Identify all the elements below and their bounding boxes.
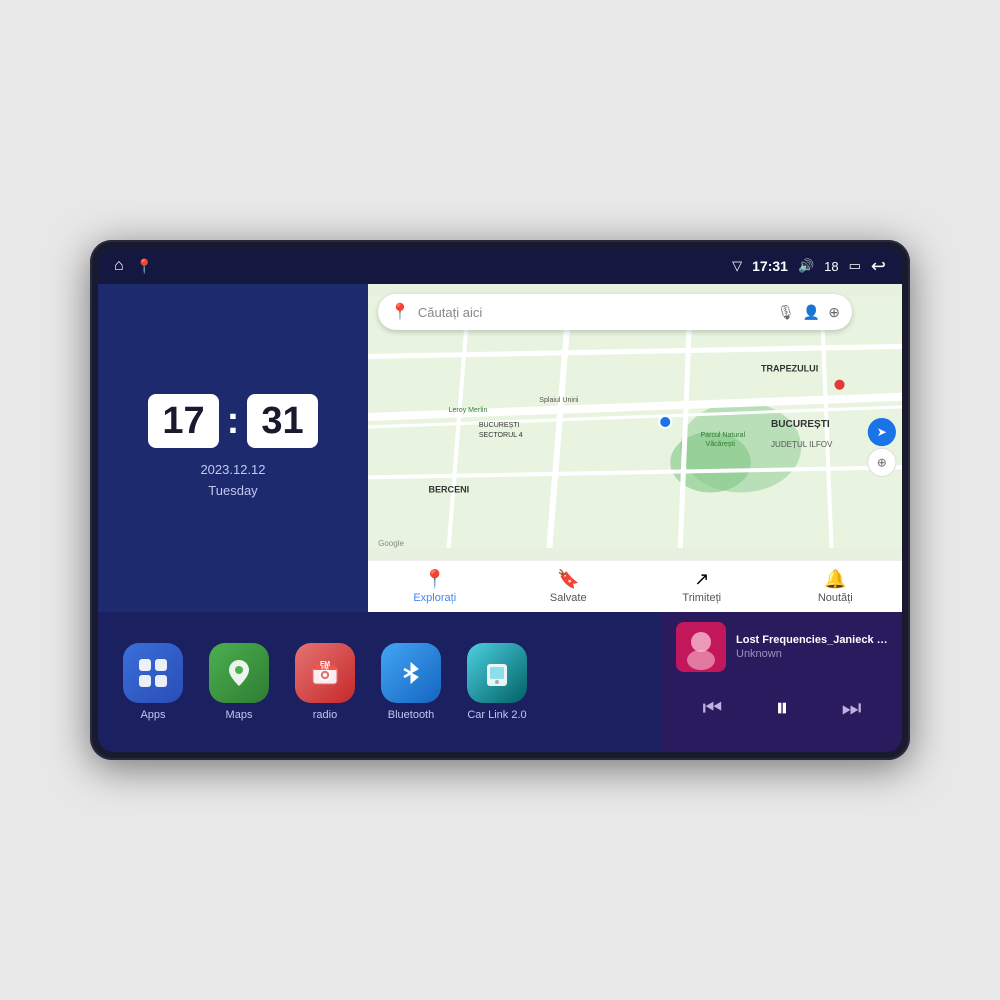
map-pin-icon: 📍	[390, 302, 410, 322]
app-item-apps[interactable]: Apps	[118, 643, 188, 721]
radio-label: radio	[313, 709, 337, 721]
svg-text:Parcul Natural: Parcul Natural	[700, 432, 745, 439]
svg-text:BUCUREȘTI: BUCUREȘTI	[771, 419, 830, 430]
map-search-bar[interactable]: 📍 Căutați aici 🎙 👤 ⊕	[378, 294, 852, 330]
clock-hour-block: 17	[148, 394, 218, 448]
clock-date: 2023.12.12 Tuesday	[200, 460, 265, 502]
music-player: Lost Frequencies_Janieck Devy-... Unknow…	[662, 612, 902, 752]
prev-button[interactable]: ⏮	[697, 689, 729, 727]
news-icon: 🔔	[824, 569, 846, 590]
explore-icon: 📍	[424, 569, 446, 590]
music-thumbnail	[676, 622, 726, 672]
svg-text:SECTORUL 4: SECTORUL 4	[479, 432, 523, 439]
news-label: Noutăți	[818, 592, 853, 604]
top-row: 17 : 31 2023.12.12 Tuesday	[98, 284, 902, 612]
main-content: 17 : 31 2023.12.12 Tuesday	[98, 284, 902, 752]
svg-text:⊕: ⊕	[877, 455, 887, 469]
next-button[interactable]: ⏭	[836, 689, 868, 727]
battery-icon: ▭	[849, 258, 861, 274]
carlink-icon-bg	[467, 643, 527, 703]
saved-icon: 🔖	[557, 569, 579, 590]
more-icon[interactable]: ⊕	[828, 304, 840, 321]
svg-text:BUCUREȘTI: BUCUREȘTI	[479, 422, 520, 429]
clock-colon: :	[227, 402, 240, 440]
map-nav-news[interactable]: 🔔 Noutăți	[769, 569, 903, 604]
svg-text:Splaiul Unirii: Splaiul Unirii	[539, 397, 579, 404]
maps-status-icon[interactable]: 📍	[136, 258, 153, 275]
map-nav-explore[interactable]: 📍 Explorați	[368, 569, 502, 604]
bluetooth-icon-bg	[381, 643, 441, 703]
back-icon[interactable]: ↩	[871, 256, 886, 277]
device-screen: ⌂ 📍 ▽ 17:31 🔊 18 ▭ ↩ 17	[98, 248, 902, 752]
carlink-label: Car Link 2.0	[467, 709, 526, 721]
battery-level: 18	[824, 259, 838, 274]
svg-text:Google: Google	[378, 539, 404, 548]
radio-icon-bg: FM FM	[295, 643, 355, 703]
map-nav-saved[interactable]: 🔖 Salvate	[502, 569, 636, 604]
apps-label: Apps	[140, 709, 165, 721]
svg-text:➤: ➤	[877, 425, 887, 439]
music-top: Lost Frequencies_Janieck Devy-... Unknow…	[676, 622, 888, 672]
home-icon[interactable]: ⌂	[114, 257, 124, 275]
clock-minute-block: 31	[247, 394, 317, 448]
apps-area: Apps Maps	[98, 612, 662, 752]
signal-icon: ▽	[732, 258, 742, 274]
bluetooth-label: Bluetooth	[388, 709, 434, 721]
saved-label: Salvate	[550, 592, 587, 604]
svg-text:Văcărești: Văcărești	[706, 441, 736, 448]
account-icon[interactable]: 👤	[803, 304, 820, 321]
map-search-icons: 🎙 👤 ⊕	[777, 304, 840, 321]
apps-icon	[123, 643, 183, 703]
share-label: Trimiteți	[682, 592, 721, 604]
status-time: 17:31	[752, 258, 788, 274]
map-search-placeholder: Căutați aici	[418, 305, 769, 320]
share-icon: ↗	[694, 569, 709, 590]
volume-icon: 🔊	[798, 258, 814, 274]
status-bar: ⌂ 📍 ▽ 17:31 🔊 18 ▭ ↩	[98, 248, 902, 284]
map-widget[interactable]: 📍 Căutați aici 🎙 👤 ⊕	[368, 284, 902, 612]
play-pause-button[interactable]: ⏸	[769, 686, 794, 730]
app-item-carlink[interactable]: Car Link 2.0	[462, 643, 532, 721]
voice-search-icon[interactable]: 🎙	[777, 304, 795, 321]
svg-text:FM: FM	[321, 666, 328, 672]
music-controls: ⏮ ⏸ ⏭	[676, 682, 888, 734]
app-item-radio[interactable]: FM FM radio	[290, 643, 360, 721]
clock-hour: 17	[162, 400, 204, 442]
maps-icon	[209, 643, 269, 703]
clock-widget: 17 : 31 2023.12.12 Tuesday	[98, 284, 368, 612]
svg-text:Leroy Merlin: Leroy Merlin	[449, 407, 488, 414]
car-display-device: ⌂ 📍 ▽ 17:31 🔊 18 ▭ ↩ 17	[90, 240, 910, 760]
app-item-maps[interactable]: Maps	[204, 643, 274, 721]
svg-text:JUDEȚUL ILFOV: JUDEȚUL ILFOV	[771, 440, 833, 449]
svg-text:BERCENI: BERCENI	[428, 485, 469, 495]
music-artist: Unknown	[736, 648, 888, 660]
status-left-icons: ⌂ 📍	[114, 257, 153, 275]
svg-text:TRAPEZULUI: TRAPEZULUI	[761, 364, 818, 374]
clock-display: 17 : 31	[148, 394, 317, 448]
map-nav-share[interactable]: ↗ Trimiteți	[635, 569, 769, 604]
music-title: Lost Frequencies_Janieck Devy-...	[736, 634, 888, 646]
status-right-info: ▽ 17:31 🔊 18 ▭ ↩	[732, 256, 886, 277]
clock-minute: 31	[261, 400, 303, 442]
music-info: Lost Frequencies_Janieck Devy-... Unknow…	[736, 634, 888, 660]
app-item-bluetooth[interactable]: Bluetooth	[376, 643, 446, 721]
maps-label: Maps	[226, 709, 253, 721]
map-bottom-nav: 📍 Explorați 🔖 Salvate ↗ Trimiteți 🔔	[368, 560, 902, 612]
bottom-row: Apps Maps	[98, 612, 902, 752]
explore-label: Explorați	[413, 592, 456, 604]
